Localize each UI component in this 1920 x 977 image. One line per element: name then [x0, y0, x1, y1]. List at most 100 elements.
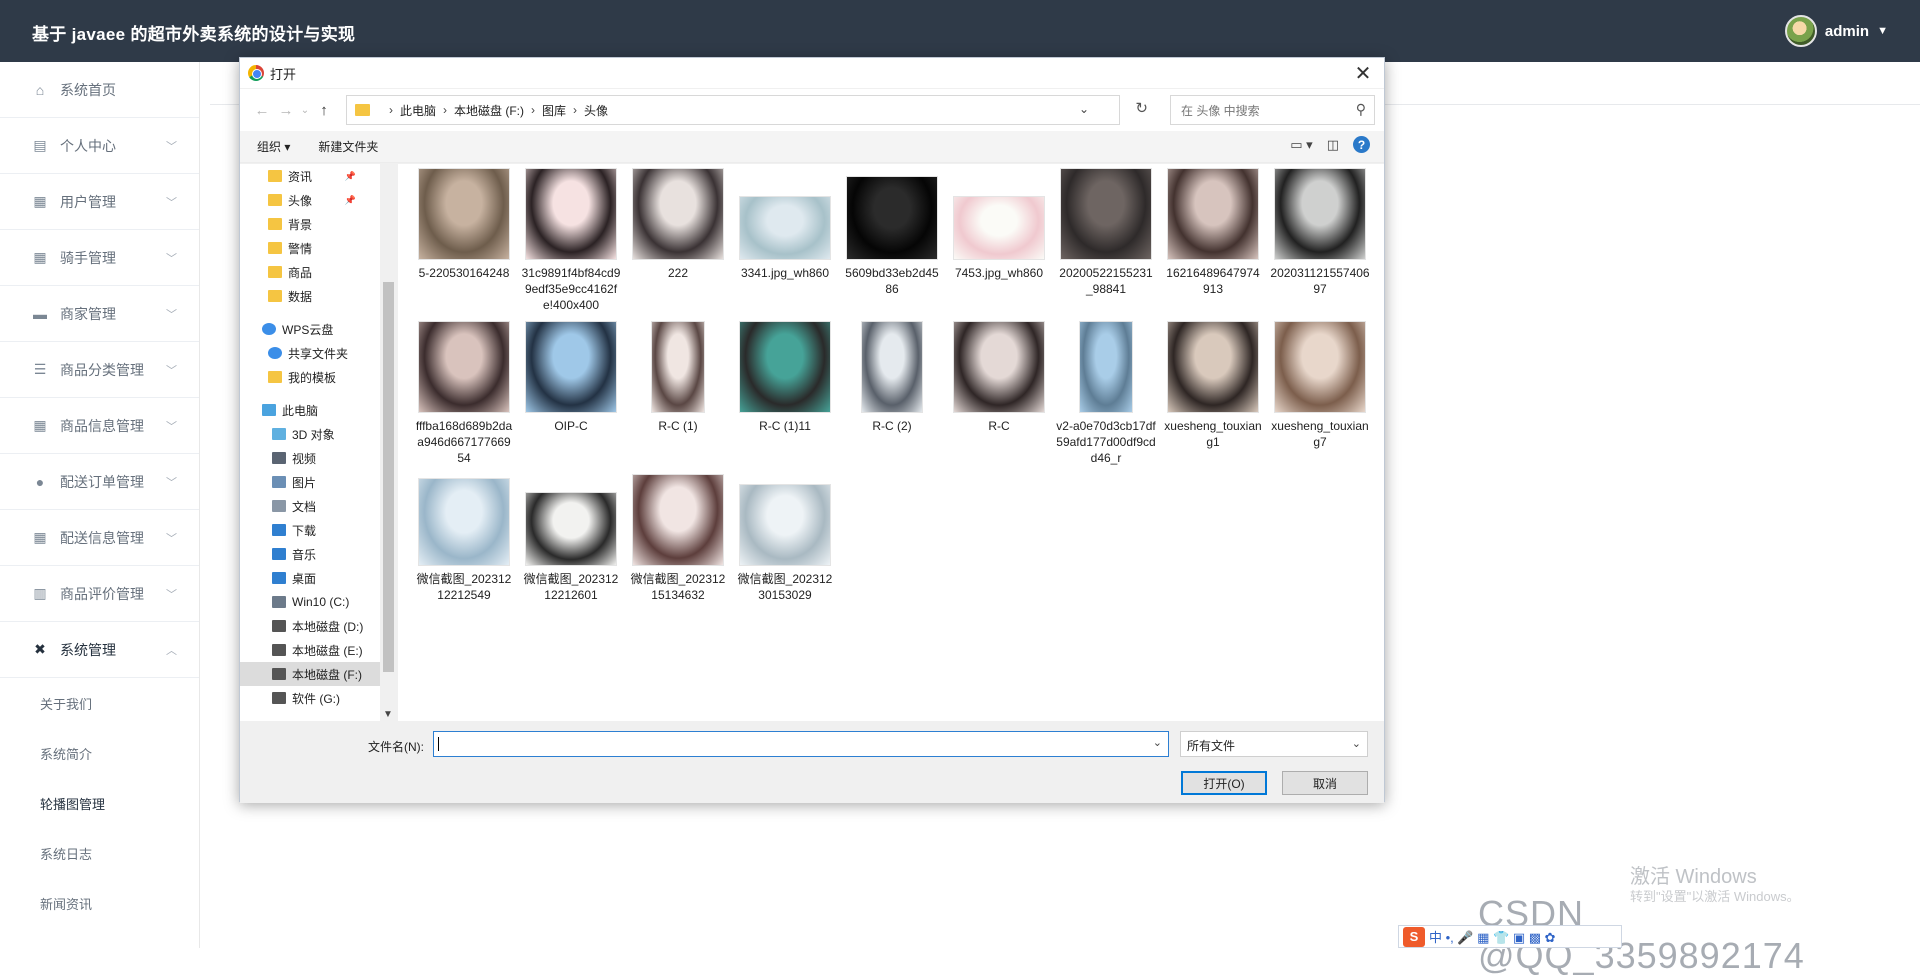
file-item[interactable]: 20203112155740697	[1268, 169, 1372, 297]
chevron-down-icon[interactable]: ﹀	[166, 418, 177, 434]
file-item[interactable]: 5-220530164248	[412, 169, 516, 281]
back-arrow-icon[interactable]: ←	[250, 102, 274, 119]
sidebar-item[interactable]: ⌂ 系统首页	[0, 62, 199, 118]
close-icon[interactable]: ✕	[1352, 62, 1374, 85]
file-item[interactable]: 222	[626, 169, 730, 281]
file-item[interactable]: OIP-C	[519, 322, 623, 434]
image-thumbnail[interactable]	[862, 322, 922, 412]
recent-dropdown-icon[interactable]: ⌄	[298, 105, 312, 116]
search-icon[interactable]: ⚲	[1356, 101, 1366, 118]
chevron-down-icon[interactable]: ﹀	[166, 306, 177, 322]
preview-pane-icon[interactable]: ◫	[1327, 137, 1339, 153]
ime-tools[interactable]: 中 •, 🎤 ▦ 👕 ▣ ▩ ✿	[1429, 927, 1556, 946]
image-thumbnail[interactable]	[1061, 169, 1151, 259]
sidebar-item[interactable]: ▦ 配送信息管理 ﹀	[0, 510, 199, 566]
avatar[interactable]	[1784, 15, 1817, 47]
tree-item[interactable]: 桌面	[240, 566, 380, 590]
address-bar[interactable]: › 此电脑 › 本地磁盘 (F:) › 图库 › 头像 ⌄ ↻	[346, 95, 1148, 125]
file-item[interactable]: R-C (1)	[626, 322, 730, 434]
tree-item[interactable]: 我的模板	[240, 365, 380, 389]
tree-item[interactable]: 背景	[240, 212, 380, 236]
new-folder-button[interactable]: 新建文件夹	[318, 138, 378, 155]
sidebar-item[interactable]: ▤ 个人中心 ﹀	[0, 118, 199, 174]
dialog-titlebar[interactable]: 打开 ✕	[240, 58, 1384, 88]
sidebar-subitem[interactable]: 系统日志	[0, 828, 199, 878]
breadcrumb-separator-icon[interactable]: ›	[573, 103, 577, 117]
view-options-icon[interactable]: ▭ ▾	[1290, 137, 1312, 153]
tree-item[interactable]: 此电脑	[240, 398, 380, 422]
image-thumbnail[interactable]	[1080, 322, 1132, 412]
file-item[interactable]: 微信截图_20231215134632	[626, 475, 730, 603]
sidebar-item[interactable]: ▥ 商品评价管理 ﹀	[0, 566, 199, 622]
tree-item[interactable]: 本地磁盘 (D:)	[240, 614, 380, 638]
chevron-down-icon[interactable]: ⌄	[1352, 737, 1361, 750]
file-item[interactable]: 31c9891f4bf84cd99edf35e9cc4162fe!400x400	[519, 169, 623, 313]
image-thumbnail[interactable]	[633, 169, 723, 259]
image-thumbnail[interactable]	[740, 322, 830, 412]
image-thumbnail[interactable]	[526, 493, 616, 565]
breadcrumb-item[interactable]: 头像	[584, 102, 608, 119]
file-item[interactable]: R-C (2)	[840, 322, 944, 434]
file-item[interactable]: 微信截图_20231212212601	[519, 475, 623, 603]
chevron-down-icon[interactable]: ﹀	[166, 138, 177, 154]
tree-item[interactable]: 本地磁盘 (F:)	[240, 662, 380, 686]
scroll-down-icon[interactable]: ▼	[383, 709, 393, 720]
file-item[interactable]: xuesheng_touxiang7	[1268, 322, 1372, 450]
file-item[interactable]: 20200522155231_98841	[1054, 169, 1158, 297]
image-thumbnail[interactable]	[740, 197, 830, 259]
refresh-icon[interactable]: ↻	[1135, 99, 1148, 117]
image-thumbnail[interactable]	[526, 322, 616, 412]
sidebar-subitem[interactable]: 轮播图管理	[0, 778, 199, 828]
image-thumbnail[interactable]	[1168, 169, 1258, 259]
image-thumbnail[interactable]	[419, 169, 509, 259]
filename-dropdown-icon[interactable]: ⌄	[1153, 736, 1162, 749]
file-type-select[interactable]: 所有文件 ⌄	[1180, 731, 1368, 757]
filename-input[interactable]: ⌄	[433, 731, 1169, 757]
sidebar-item[interactable]: ▦ 商品信息管理 ﹀	[0, 398, 199, 454]
file-item[interactable]: 7453.jpg_wh860	[947, 169, 1051, 281]
cancel-button[interactable]: 取消	[1282, 771, 1368, 795]
file-item[interactable]: 微信截图_20231230153029	[733, 475, 837, 603]
user-menu[interactable]: admin ▼	[1784, 14, 1888, 48]
tree-item[interactable]: 商品	[240, 260, 380, 284]
tree-item[interactable]: WPS云盘	[240, 317, 380, 341]
chevron-up-icon[interactable]: ︿	[166, 642, 177, 658]
sidebar-item[interactable]: ☰ 商品分类管理 ﹀	[0, 342, 199, 398]
tree-item[interactable]: 警情	[240, 236, 380, 260]
image-thumbnail[interactable]	[740, 485, 830, 565]
breadcrumb-item[interactable]: 本地磁盘 (F:)	[454, 102, 524, 119]
sidebar-item[interactable]: ▬ 商家管理 ﹀	[0, 286, 199, 342]
breadcrumb-separator-icon[interactable]: ›	[389, 103, 393, 117]
sidebar-subitem[interactable]: 系统简介	[0, 728, 199, 778]
caret-down-icon[interactable]: ▼	[1877, 25, 1888, 37]
help-icon[interactable]: ?	[1353, 136, 1370, 153]
forward-arrow-icon[interactable]: →	[274, 102, 298, 119]
file-item[interactable]: fffba168d689b2daa946d66717766954	[412, 322, 516, 466]
address-dropdown-icon[interactable]: ⌄	[1079, 102, 1089, 116]
tree-item[interactable]: 软件 (G:)	[240, 686, 380, 710]
username[interactable]: admin	[1825, 23, 1869, 40]
sidebar-item[interactable]: ✖ 系统管理 ︿	[0, 622, 199, 678]
sidebar-item[interactable]: ● 配送订单管理 ﹀	[0, 454, 199, 510]
tree-item[interactable]: 文档	[240, 494, 380, 518]
image-thumbnail[interactable]	[1275, 169, 1365, 259]
chevron-down-icon[interactable]: ﹀	[166, 194, 177, 210]
tree-item[interactable]: 本地磁盘 (E:)	[240, 638, 380, 662]
breadcrumb-separator-icon[interactable]: ›	[443, 103, 447, 117]
sidebar-item[interactable]: ▦ 骑手管理 ﹀	[0, 230, 199, 286]
image-thumbnail[interactable]	[1275, 322, 1365, 412]
file-item[interactable]: 微信截图_20231212212549	[412, 475, 516, 603]
tree-item[interactable]: 数据	[240, 284, 380, 308]
image-thumbnail[interactable]	[1168, 322, 1258, 412]
tree-item[interactable]: 资讯 📌	[240, 164, 380, 188]
breadcrumb-item[interactable]: 此电脑	[400, 102, 436, 119]
tree-item[interactable]: 图片	[240, 470, 380, 494]
file-item[interactable]: R-C	[947, 322, 1051, 434]
image-thumbnail[interactable]	[526, 169, 616, 259]
sidebar-item[interactable]: ▦ 用户管理 ﹀	[0, 174, 199, 230]
file-item[interactable]: 5609bd33eb2d4586	[840, 169, 944, 297]
scrollbar-thumb[interactable]	[383, 282, 394, 672]
image-thumbnail[interactable]	[847, 177, 937, 259]
sidebar-subitem[interactable]: 关于我们	[0, 678, 199, 728]
chevron-down-icon[interactable]: ﹀	[166, 530, 177, 546]
